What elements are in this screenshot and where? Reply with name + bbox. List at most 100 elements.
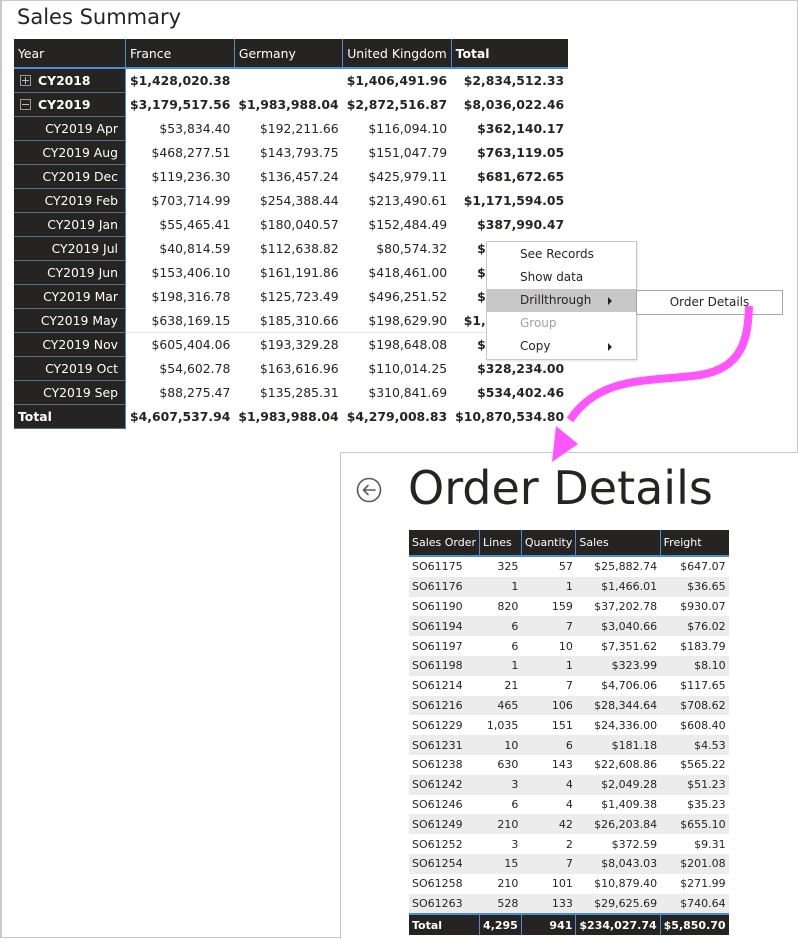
cell-germany[interactable]: $180,040.57 — [234, 213, 342, 237]
matrix-month-row[interactable]: CY2019 Aug $468,277.51 $143,793.75 $151,047… — [14, 140, 568, 165]
matrix-month-row[interactable]: CY2019 Dec $119,236.30 $136,457.24 $425,979… — [14, 164, 568, 189]
cell-united-kingdom[interactable]: $1,406,491.96 — [343, 68, 451, 93]
row-header[interactable]: CY2019 Aug — [14, 140, 126, 165]
row-header[interactable]: CY2019 Jun — [14, 260, 126, 285]
back-arrow-circle-icon[interactable] — [356, 477, 382, 503]
cell-total[interactable]: $763,119.05 — [451, 141, 568, 165]
matrix-month-row[interactable]: CY2019 Mar $198,316.78 $125,723.49 $496,251… — [14, 284, 568, 309]
cell-france[interactable]: $605,404.06 — [125, 332, 235, 357]
cell-france[interactable]: $703,714.99 — [126, 189, 235, 213]
row-header[interactable]: CY2019 Apr — [14, 116, 126, 141]
cell-germany[interactable]: $1,983,988.04 — [234, 93, 342, 117]
cell-united-kingdom[interactable]: $152,484.49 — [343, 213, 451, 237]
order-row[interactable]: SO61242 3 4 $2,049.28 $51.23 — [409, 774, 729, 795]
matrix-month-row[interactable]: CY2019 Feb $703,714.99 $254,388.44 $213,490… — [14, 188, 568, 213]
cell-total[interactable]: $1,171,594.05 — [451, 189, 568, 213]
matrix-month-row[interactable]: CY2019 May $638,169.15 $185,310.66 $198,629… — [14, 308, 568, 333]
cell-united-kingdom[interactable]: $151,047.79 — [343, 141, 451, 165]
cell-germany[interactable]: $192,211.66 — [234, 117, 342, 141]
row-header[interactable]: CY2019 Jan — [14, 212, 126, 237]
row-header[interactable]: CY2019 — [14, 92, 126, 117]
cell-france[interactable]: $55,465.41 — [126, 213, 235, 237]
cell-germany[interactable]: $143,793.75 — [234, 141, 342, 165]
cell-united-kingdom[interactable]: $496,251.52 — [343, 285, 451, 309]
cell-france[interactable]: $53,834.40 — [126, 117, 235, 141]
row-header[interactable]: CY2019 Jul — [14, 236, 126, 261]
header-quantity[interactable]: Quantity — [520, 530, 576, 557]
context-menu-item-show-data[interactable]: Show data — [487, 266, 636, 289]
header-total[interactable]: Total — [450, 39, 569, 69]
context-menu-item-drillthrough[interactable]: Drillthrough — [487, 289, 636, 312]
order-row[interactable]: SO61246 6 4 $1,409.38 $35.23 — [409, 794, 729, 815]
order-row[interactable]: SO61197 6 10 $7,351.62 $183.79 — [409, 636, 729, 656]
cell-france[interactable]: $198,316.78 — [126, 285, 235, 309]
cell-total[interactable]: $328,234.00 — [451, 357, 568, 381]
cell-germany[interactable]: $193,329.28 — [234, 332, 343, 357]
cell-france[interactable]: $3,179,517.56 — [126, 93, 235, 117]
cell-france[interactable]: $54,602.78 — [126, 357, 235, 381]
row-header[interactable]: CY2019 May — [14, 308, 126, 333]
context-menu-item-copy[interactable]: Copy — [487, 335, 636, 358]
matrix-month-row[interactable]: CY2019 Oct $54,602.78 $163,616.96 $110,014.… — [14, 356, 568, 381]
cell-total[interactable]: $681,672.65 — [451, 165, 568, 189]
context-menu-item-see-records[interactable]: See Records — [487, 243, 636, 266]
cell-united-kingdom[interactable]: $310,841.69 — [343, 381, 451, 405]
order-row[interactable]: SO61194 6 7 $3,040.66 $76.02 — [409, 616, 729, 637]
cell-germany[interactable]: $254,388.44 — [234, 189, 342, 213]
order-row[interactable]: SO61263 528 133 $29,625.69 $740.64 — [409, 893, 729, 915]
header-freight[interactable]: Freight — [659, 530, 729, 557]
matrix-month-row[interactable]: CY2019 Jun $153,406.10 $161,191.86 $418,461… — [14, 260, 568, 285]
cell-france[interactable]: $468,277.51 — [126, 141, 235, 165]
cell-germany[interactable] — [234, 68, 342, 93]
order-row[interactable]: SO61190 820 159 $37,202.78 $930.07 — [409, 596, 729, 617]
cell-total[interactable]: $10,870,534.80 — [451, 405, 568, 429]
row-header[interactable]: CY2019 Dec — [14, 164, 126, 189]
order-row[interactable]: SO61229 1,035 151 $24,336.00 $608.40 — [409, 715, 729, 736]
row-header[interactable]: CY2019 Sep — [14, 380, 126, 405]
expand-icon[interactable] — [20, 75, 31, 86]
order-row[interactable]: SO61252 3 2 $372.59 $9.31 — [409, 834, 729, 854]
header-france[interactable]: France — [125, 39, 235, 69]
header-sales[interactable]: Sales — [575, 530, 661, 557]
order-row[interactable]: SO61214 21 7 $4,706.06 $117.65 — [409, 675, 729, 696]
order-row[interactable]: SO61238 630 143 $22,608.86 $565.22 — [409, 754, 729, 775]
cell-france[interactable]: $153,406.10 — [126, 261, 235, 285]
order-row[interactable]: SO61249 210 42 $26,203.84 $655.10 — [409, 814, 729, 835]
matrix-month-row[interactable]: CY2019 Nov $605,404.06 $193,329.28 $198,648… — [14, 332, 569, 357]
order-row[interactable]: SO61258 210 101 $10,879.40 $271.99 — [409, 873, 729, 894]
cell-germany[interactable]: $163,616.96 — [234, 357, 342, 381]
cell-france[interactable]: $40,814.59 — [126, 237, 235, 261]
cell-united-kingdom[interactable]: $110,014.25 — [343, 357, 451, 381]
order-row[interactable]: SO61176 1 1 $1,466.01 $36.65 — [409, 576, 729, 597]
order-row[interactable]: SO61231 10 6 $181.18 $4.53 — [409, 735, 729, 755]
cell-france[interactable]: $638,169.15 — [126, 309, 235, 333]
cell-total[interactable]: $362,140.17 — [451, 117, 568, 141]
cell-germany[interactable]: $136,457.24 — [234, 165, 342, 189]
cell-total[interactable]: $2,834,512.33 — [451, 68, 568, 93]
cell-france[interactable]: $4,607,537.94 — [126, 405, 235, 429]
row-header[interactable]: CY2019 Feb — [14, 188, 126, 213]
cell-germany[interactable]: $161,191.86 — [234, 261, 342, 285]
cell-total[interactable]: $534,402.46 — [451, 381, 568, 405]
cell-germany[interactable]: $112,638.82 — [234, 237, 342, 261]
cell-france[interactable]: $88,275.47 — [126, 381, 235, 405]
order-row[interactable]: SO61198 1 1 $323.99 $8.10 — [409, 655, 729, 676]
row-header[interactable]: CY2019 Mar — [14, 284, 126, 309]
header-year[interactable]: Year — [14, 39, 126, 69]
header-lines[interactable]: Lines — [479, 530, 522, 557]
header-united-kingdom[interactable]: United Kingdom — [342, 39, 452, 69]
cell-germany[interactable]: $135,285.31 — [234, 381, 342, 405]
cell-united-kingdom[interactable]: $116,094.10 — [343, 117, 451, 141]
cell-total[interactable]: $387,990.47 — [451, 213, 568, 237]
cell-united-kingdom[interactable]: $80,574.32 — [343, 237, 451, 261]
cell-france[interactable]: $119,236.30 — [126, 165, 235, 189]
cell-united-kingdom[interactable]: $198,648.08 — [342, 332, 452, 357]
cell-germany[interactable]: $185,310.66 — [234, 309, 342, 333]
matrix-month-row[interactable]: CY2019 Jul $40,814.59 $112,638.82 $80,574.3… — [14, 236, 568, 261]
collapse-icon[interactable] — [20, 99, 31, 110]
matrix-month-row[interactable]: CY2019 Apr $53,834.40 $192,211.66 $116,094.… — [14, 116, 568, 141]
cell-total[interactable]: $8,036,022.46 — [451, 93, 568, 117]
cell-germany[interactable]: $125,723.49 — [234, 285, 342, 309]
cell-germany[interactable]: $1,983,988.04 — [234, 405, 342, 429]
matrix-month-row[interactable]: CY2019 Jan $55,465.41 $180,040.57 $152,484.… — [14, 212, 568, 237]
